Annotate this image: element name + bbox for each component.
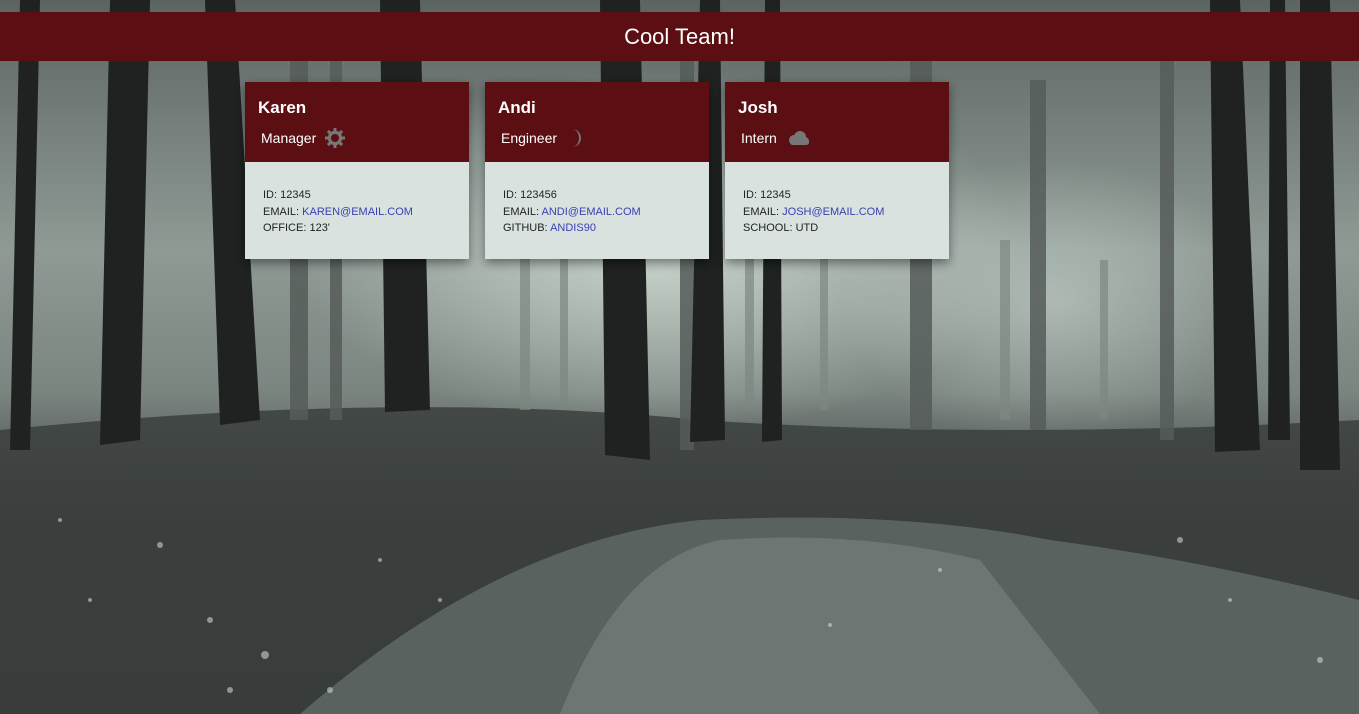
card-details: ID: 12345 EMAIL: JOSH@EMAIL.COM SCHOOL: … [743,187,884,237]
email-row: EMAIL: ANDI@EMAIL.COM [503,204,641,221]
role-label: Intern [741,130,777,146]
id-label: ID: [743,189,758,201]
card-details: ID: 123456 EMAIL: ANDI@EMAIL.COM GITHUB:… [503,187,641,237]
employee-name: Karen [258,98,307,117]
office-label: OFFICE: [263,222,307,234]
email-label: EMAIL: [743,205,780,218]
id-value: 123456 [520,189,557,201]
id-label: ID: [263,189,278,201]
employee-card-josh: Josh Intern ID: 12345 EMAIL: JOSH@EMAIL.… [725,82,949,259]
email-label: EMAIL: [503,205,540,218]
employee-role: Intern [741,127,811,149]
page-header: Cool Team! [0,12,1359,61]
school-row: SCHOOL: UTD [743,220,884,237]
school-value: UTD [795,222,819,234]
id-row: ID: 123456 [503,187,641,204]
card-header: Josh Intern [725,82,949,162]
id-row: ID: 12345 [263,187,413,204]
card-details: ID: 12345 EMAIL: KAREN@EMAIL.COM OFFICE:… [263,187,413,237]
office-row: OFFICE: 123' [263,220,413,237]
id-value: 12345 [280,189,311,201]
github-link[interactable]: ANDIS90 [550,222,596,234]
employee-role: Engineer [501,127,587,149]
id-row: ID: 12345 [743,187,884,204]
employee-role: Manager [261,127,346,149]
school-label: SCHOOL: [743,222,793,234]
card-header: Karen Manager [245,82,469,162]
email-link[interactable]: KAREN@EMAIL.COM [302,206,413,218]
page-title: Cool Team! [624,23,735,49]
office-value: 123' [309,222,330,234]
email-row: EMAIL: JOSH@EMAIL.COM [743,204,884,221]
github-row: GITHUB: ANDIS90 [503,220,641,237]
moon-icon [565,127,587,149]
github-label: GITHUB: [503,222,548,234]
employee-card-andi: Andi Engineer ID: 123456 EMAIL: ANDI@EMA… [485,82,709,259]
id-label: ID: [503,189,518,201]
employee-name: Andi [498,98,536,117]
role-label: Manager [261,130,317,146]
email-row: EMAIL: KAREN@EMAIL.COM [263,204,413,221]
id-value: 12345 [760,189,791,201]
gear-icon [324,127,346,149]
cloud-icon [785,127,811,149]
employee-card-karen: Karen Manager ID: 12345 EMAIL: KAREN@EMA… [245,82,469,259]
email-link[interactable]: ANDI@EMAIL.COM [542,206,641,218]
card-header: Andi Engineer [485,82,709,162]
email-link[interactable]: JOSH@EMAIL.COM [782,206,884,218]
employee-name: Josh [738,98,778,117]
role-label: Engineer [501,130,558,146]
email-label: EMAIL: [263,205,300,218]
